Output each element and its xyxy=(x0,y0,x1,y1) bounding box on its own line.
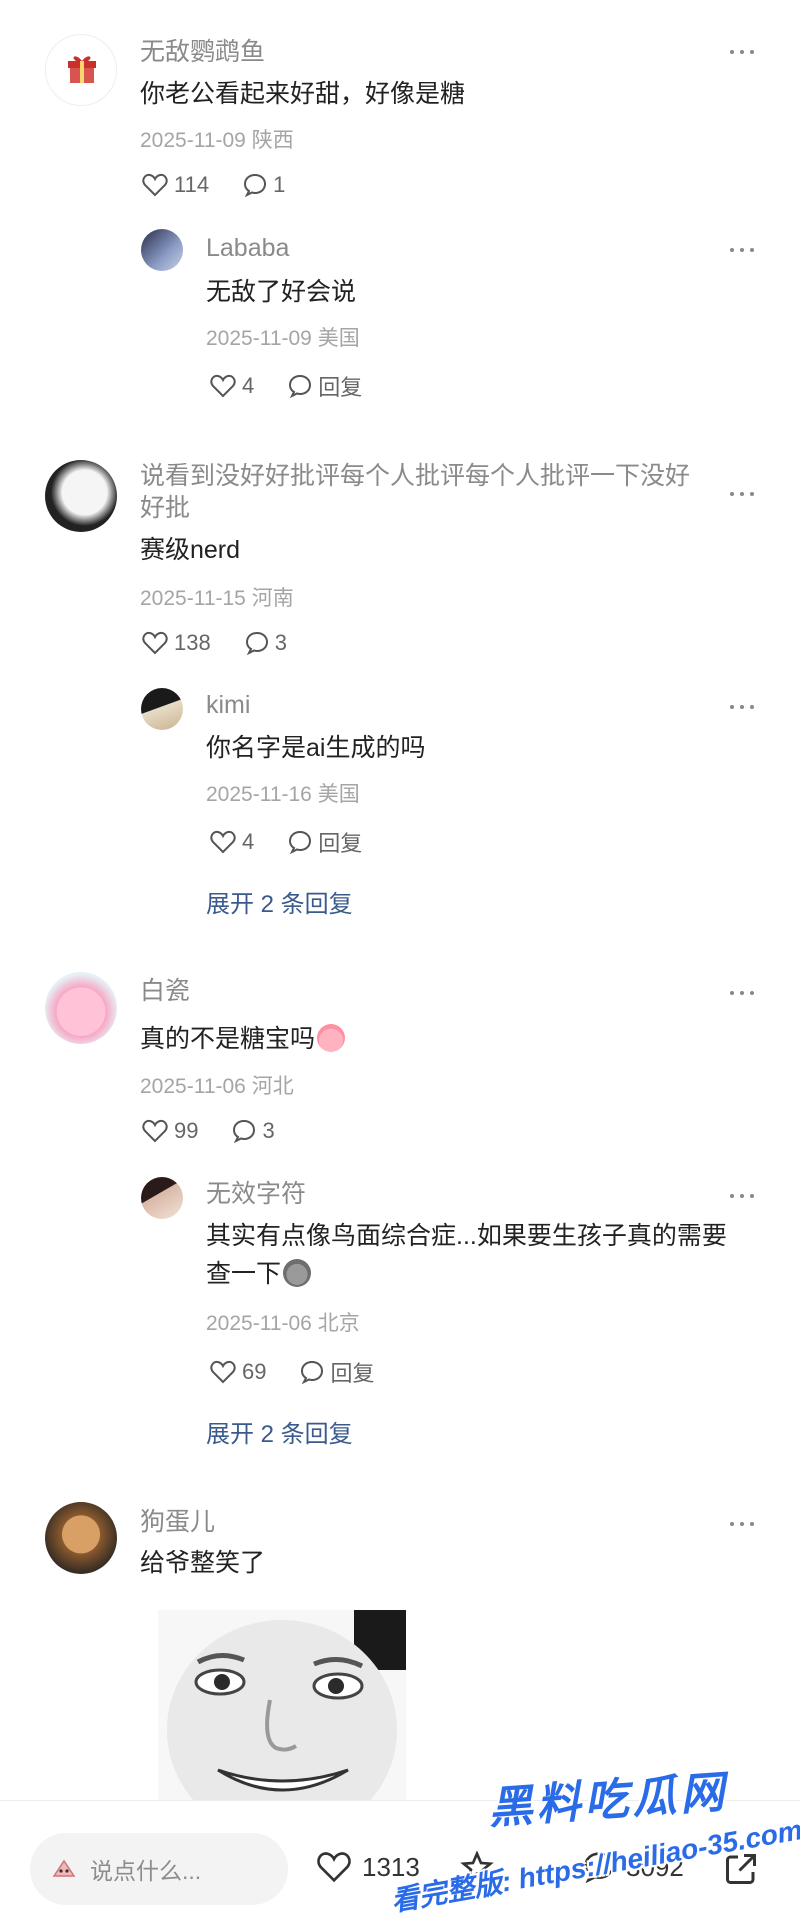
comment-username-cont[interactable]: 好批 xyxy=(140,493,190,523)
reply-meta: 2025-11-09 美国 xyxy=(206,327,360,350)
heart-icon xyxy=(142,173,168,197)
reply-username[interactable]: Lababa xyxy=(206,233,289,263)
comment-input-placeholder: 说点什么... xyxy=(90,1858,202,1884)
like-button[interactable]: 4 xyxy=(210,373,254,399)
like-button[interactable]: 69 xyxy=(210,1359,266,1385)
speech-bubble-icon xyxy=(584,1852,614,1883)
like-button[interactable]: 114 xyxy=(142,172,209,198)
reply-username[interactable]: kimi xyxy=(206,690,250,720)
post-like-count: 1313 xyxy=(362,1851,420,1882)
reply-button[interactable]: 回复 xyxy=(288,370,362,402)
speech-bubble-icon xyxy=(233,1119,256,1143)
reply-button[interactable]: 回复 xyxy=(288,826,362,858)
more-options-button[interactable] xyxy=(730,245,760,255)
avatar[interactable] xyxy=(45,460,117,532)
like-count: 114 xyxy=(174,172,210,197)
reply-label: 回复 xyxy=(318,375,363,400)
sticker-image[interactable] xyxy=(158,1610,406,1802)
reply-count-button[interactable]: 3 xyxy=(245,630,287,656)
heart-icon xyxy=(210,374,236,398)
reply-username[interactable]: 无效字符 xyxy=(206,1179,306,1209)
comment-username[interactable]: 狗蛋儿 xyxy=(140,1507,215,1537)
more-options-button[interactable] xyxy=(730,1519,760,1529)
comment-text-body: 真的不是糖宝吗 xyxy=(140,1025,316,1053)
more-options-button[interactable] xyxy=(730,489,760,499)
more-options-button[interactable] xyxy=(730,47,760,57)
grinning-face-sticker xyxy=(158,1610,406,1802)
like-button[interactable]: 99 xyxy=(142,1118,198,1144)
reply-button[interactable]: 回复 xyxy=(300,1356,375,1388)
like-count: 69 xyxy=(242,1359,267,1384)
avatar[interactable] xyxy=(45,972,117,1044)
comment-text: 你老公看起来好甜，好像是糖 xyxy=(140,80,466,108)
gift-icon xyxy=(68,56,96,83)
star-icon xyxy=(460,1851,494,1882)
expand-replies-link[interactable]: 展开 2 条回复 xyxy=(206,1414,353,1449)
heart-icon xyxy=(210,1360,236,1384)
reply-text: 你名字是ai生成的吗 xyxy=(206,734,426,762)
more-options-button[interactable] xyxy=(730,702,760,712)
heart-icon xyxy=(317,1852,351,1883)
speech-bubble-icon xyxy=(245,631,268,655)
heart-icon xyxy=(142,631,168,655)
reply-count: 3 xyxy=(262,1118,275,1143)
avatar[interactable] xyxy=(45,34,117,106)
speech-bubble-icon xyxy=(244,173,267,197)
share-button[interactable] xyxy=(722,1851,770,1887)
expand-replies-link[interactable]: 展开 2 条回复 xyxy=(206,884,353,919)
post-like-button[interactable]: 1313 xyxy=(316,1851,420,1883)
comment-text: 赛级nerd xyxy=(140,536,241,564)
crying-emoji-icon xyxy=(317,1024,346,1052)
reply-label: 回复 xyxy=(318,831,363,856)
reply-text: 无敌了好会说 xyxy=(206,278,357,306)
post-favorite-button[interactable] xyxy=(460,1851,504,1883)
reply-text-body: 查一下 xyxy=(206,1260,282,1288)
reply-text-cont: 查一下 xyxy=(206,1256,750,1292)
like-count: 4 xyxy=(242,373,255,398)
like-count: 99 xyxy=(174,1118,199,1143)
reply-meta: 2025-11-16 美国 xyxy=(206,783,360,806)
speech-bubble-icon xyxy=(289,374,312,398)
more-options-button[interactable] xyxy=(730,988,760,998)
comment-text: 给爷整笑了 xyxy=(140,1549,266,1577)
avatar[interactable] xyxy=(141,229,183,271)
speech-bubble-icon xyxy=(301,1360,324,1384)
comment-meta: 2025-11-06 河北 xyxy=(140,1075,294,1098)
reply-label: 回复 xyxy=(330,1361,375,1386)
comment-meta: 2025-11-15 河南 xyxy=(140,587,294,610)
post-comment-count: 3092 xyxy=(626,1851,684,1882)
comment-username[interactable]: 说看到没好好批评每个人批评每个人批评一下没好 xyxy=(140,461,690,491)
avatar[interactable] xyxy=(141,688,183,730)
reply-text: 其实有点像鸟面综合症...如果要生孩子真的需要 xyxy=(206,1222,727,1250)
comment-username[interactable]: 白瓷 xyxy=(140,976,190,1006)
like-count: 138 xyxy=(174,630,211,655)
bottom-action-bar: 说点什么... 1313 3092 xyxy=(0,1800,800,1913)
avatar[interactable] xyxy=(45,1502,117,1574)
like-button[interactable]: 138 xyxy=(142,630,211,656)
comment-input[interactable]: 说点什么... xyxy=(30,1833,288,1905)
poop-emoji-icon xyxy=(283,1259,312,1287)
reply-count-button[interactable]: 3 xyxy=(232,1118,275,1144)
avatar[interactable] xyxy=(141,1177,183,1219)
mascot-icon xyxy=(52,1859,76,1877)
heart-icon xyxy=(142,1119,168,1143)
post-comments-button[interactable]: 3092 xyxy=(582,1851,684,1883)
reply-meta: 2025-11-06 北京 xyxy=(206,1312,360,1335)
share-icon xyxy=(726,1854,756,1884)
like-count: 4 xyxy=(242,829,255,854)
reply-count: 1 xyxy=(273,172,286,197)
reply-count: 3 xyxy=(274,630,287,655)
like-button[interactable]: 4 xyxy=(210,829,254,855)
comment-meta: 2025-11-09 陕西 xyxy=(140,129,294,152)
heart-icon xyxy=(210,830,236,854)
reply-count-button[interactable]: 1 xyxy=(243,172,285,198)
comment-text: 真的不是糖宝吗 xyxy=(140,1021,346,1057)
more-options-button[interactable] xyxy=(730,1191,760,1201)
comment-username[interactable]: 无敌鹦鹉鱼 xyxy=(140,37,265,67)
speech-bubble-icon xyxy=(289,830,312,854)
